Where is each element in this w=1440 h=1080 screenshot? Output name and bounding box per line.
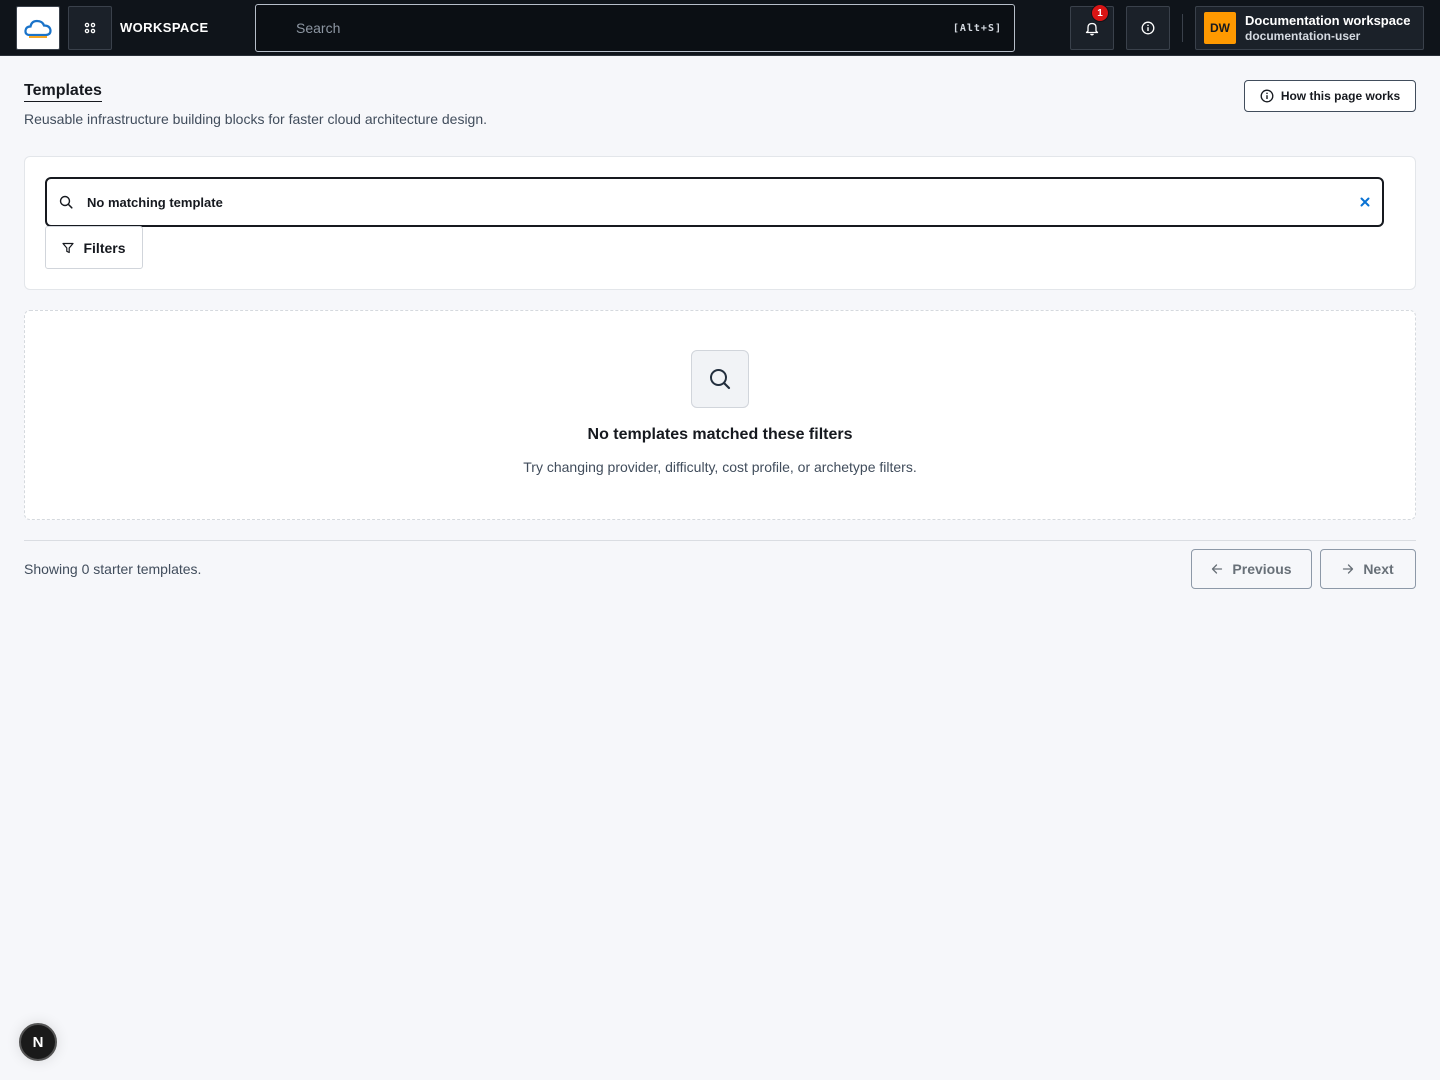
search-icon (59, 195, 73, 209)
top-navigation: WORKSPACE [Alt+S] 1 DW Documentation wor… (0, 0, 1440, 56)
empty-state: No templates matched these filters Try c… (24, 310, 1416, 520)
user-menu[interactable]: DW Documentation workspace documentation… (1195, 6, 1424, 50)
notification-count-badge: 1 (1091, 4, 1109, 22)
empty-state-description: Try changing provider, difficulty, cost … (523, 459, 917, 475)
page-subtitle: Reusable infrastructure building blocks … (24, 111, 488, 127)
info-icon (1141, 21, 1155, 35)
user-handle: documentation-user (1245, 28, 1361, 43)
previous-page-button[interactable]: Previous (1191, 549, 1312, 589)
next-page-button[interactable]: Next (1320, 549, 1416, 589)
filters-button[interactable]: Filters (45, 226, 143, 269)
close-icon[interactable] (1360, 197, 1370, 207)
arrow-left-icon (1212, 564, 1223, 574)
filters-button-label: Filters (83, 239, 126, 256)
workspace-label: WORKSPACE (120, 20, 209, 35)
global-search[interactable]: [Alt+S] (255, 4, 1015, 52)
info-button[interactable] (1126, 6, 1170, 50)
template-search-input[interactable] (87, 194, 1360, 210)
user-info: Documentation workspace documentation-us… (1245, 13, 1410, 43)
next-page-label: Next (1363, 561, 1394, 577)
results-count: Showing 0 starter templates. (24, 561, 202, 577)
search-shortcut-hint: [Alt+S] (952, 22, 1002, 34)
section-divider (24, 540, 1416, 541)
arrow-right-icon (1343, 564, 1354, 574)
user-name: Documentation workspace (1245, 13, 1411, 28)
filter-funnel-icon (62, 242, 75, 253)
bell-icon (1085, 22, 1099, 35)
page-title: Templates (24, 82, 102, 102)
filter-panel: Filters (24, 156, 1416, 290)
empty-state-title: No templates matched these filters (587, 426, 853, 443)
avatar: DW (1204, 12, 1236, 44)
info-icon (1260, 89, 1274, 103)
notifications-button[interactable]: 1 (1070, 4, 1114, 50)
how-this-page-works-button[interactable]: How this page works (1244, 80, 1416, 112)
empty-state-icon-box (691, 350, 749, 408)
app-logo[interactable] (16, 6, 60, 50)
previous-page-label: Previous (1232, 561, 1292, 577)
search-icon (710, 369, 731, 390)
dev-tools-badge[interactable]: N (19, 1023, 57, 1061)
template-search[interactable] (45, 177, 1384, 227)
apps-menu-button[interactable] (68, 6, 112, 50)
topbar-divider (1182, 14, 1183, 42)
how-this-page-works-label: How this page works (1280, 89, 1401, 103)
grid-icon (84, 22, 96, 34)
global-search-input[interactable] (296, 20, 953, 36)
cloud-logo-icon (24, 19, 52, 38)
